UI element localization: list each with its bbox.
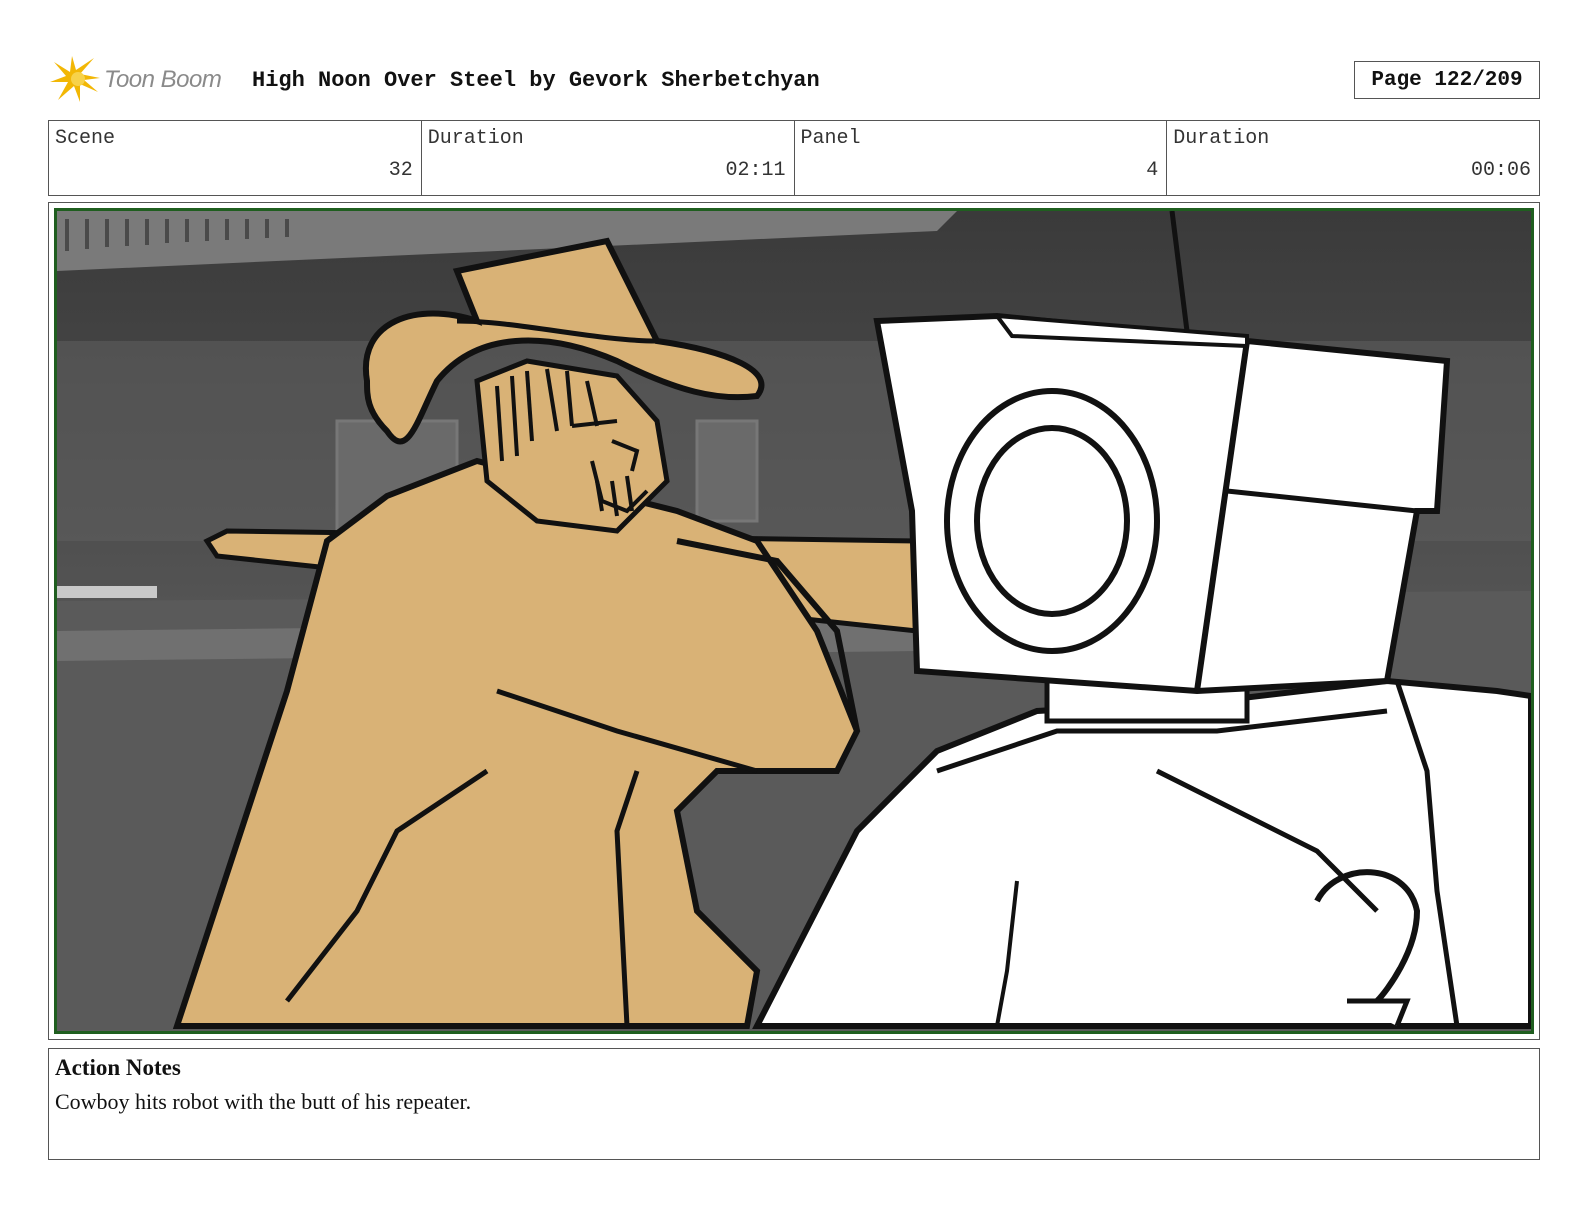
scene-cell: Scene 32 xyxy=(49,121,422,195)
panel-cell: Panel 4 xyxy=(795,121,1168,195)
toon-boom-logo: Toon Boom xyxy=(48,52,248,108)
panel-value: 4 xyxy=(1146,159,1159,182)
scene-info-table: Scene 32 Duration 02:11 Panel 4 Duration… xyxy=(48,120,1540,196)
logo-text: Toon Boom xyxy=(104,66,222,93)
scene-label: Scene xyxy=(55,127,116,150)
panel-drawing xyxy=(57,211,1531,1031)
page-number: Page 122/209 xyxy=(1354,61,1540,99)
scene-duration-value: 02:11 xyxy=(725,159,786,182)
action-notes-box: Action Notes Cowboy hits robot with the … xyxy=(48,1048,1540,1160)
panel-duration-label: Duration xyxy=(1173,127,1270,150)
panel-duration-value: 00:06 xyxy=(1470,159,1531,182)
starburst-icon xyxy=(50,56,100,102)
storyboard-panel-frame xyxy=(48,202,1540,1040)
page-header: Toon Boom High Noon Over Steel by Gevork… xyxy=(48,52,1540,108)
storyboard-panel-image xyxy=(54,208,1534,1034)
action-notes-title: Action Notes xyxy=(55,1055,181,1080)
action-notes-text: Cowboy hits robot with the butt of his r… xyxy=(55,1089,472,1114)
scene-value: 32 xyxy=(388,159,413,182)
panel-duration-cell: Duration 00:06 xyxy=(1167,121,1539,195)
document-title: High Noon Over Steel by Gevork Sherbetch… xyxy=(252,68,820,93)
panel-label: Panel xyxy=(800,127,861,150)
scene-duration-cell: Duration 02:11 xyxy=(422,121,795,195)
scene-duration-label: Duration xyxy=(427,127,524,150)
robot-lens-inner xyxy=(974,425,1130,617)
